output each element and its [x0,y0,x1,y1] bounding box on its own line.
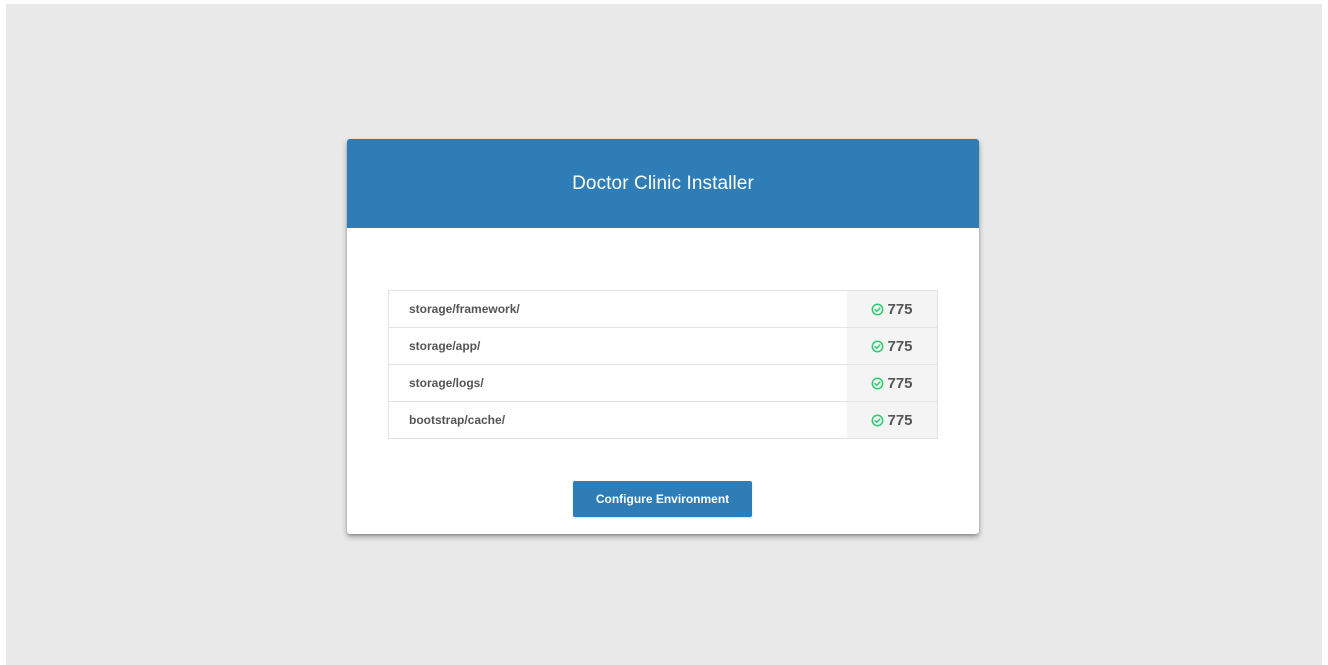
permission-status: 775 [847,328,937,364]
check-circle-icon [871,303,884,316]
permission-value: 775 [887,411,913,429]
permission-path: storage/framework/ [409,302,520,316]
permission-status: 775 [847,365,937,401]
table-row: storage/framework/ 775 [389,291,937,328]
table-row: storage/app/ 775 [389,328,937,365]
permission-path: storage/logs/ [409,376,484,390]
check-circle-icon [871,340,884,353]
permission-status: 775 [847,402,937,438]
permission-status: 775 [847,291,937,327]
page-background: Doctor Clinic Installer storage/framewor… [6,4,1322,665]
check-circle-icon [871,414,884,427]
permission-value: 775 [887,337,913,355]
permission-path: storage/app/ [409,339,481,353]
permission-value: 775 [887,374,913,392]
permission-value: 775 [887,300,913,318]
page-title: Doctor Clinic Installer [572,172,754,194]
card-header: Doctor Clinic Installer [347,139,979,228]
configure-environment-button[interactable]: Configure Environment [573,481,752,517]
table-row: bootstrap/cache/ 775 [389,402,937,438]
check-circle-icon [871,377,884,390]
table-row: storage/logs/ 775 [389,365,937,402]
permissions-table: storage/framework/ 775 storage/app/ 775 [388,290,938,439]
permission-path: bootstrap/cache/ [409,413,506,427]
installer-card: Doctor Clinic Installer storage/framewor… [347,139,979,534]
